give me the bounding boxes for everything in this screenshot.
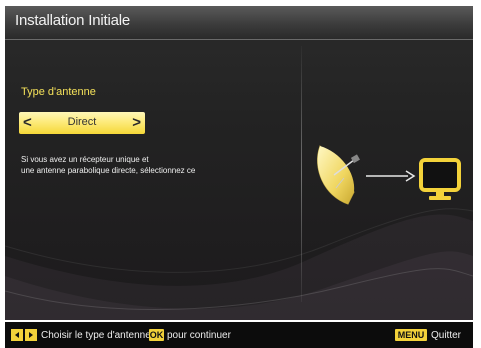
- direct-connection-illustration: [317, 144, 461, 205]
- antenna-type-value: Direct: [67, 116, 97, 128]
- choose-antenna-hint: Choisir le type d'antenne: [41, 330, 151, 341]
- arrow-right-icon: [366, 170, 416, 182]
- panel-divider: [301, 46, 302, 302]
- quit-hint: Quitter: [431, 330, 462, 341]
- title-bar: Installation Initiale: [5, 6, 473, 40]
- menu-key[interactable]: MENU: [395, 329, 427, 341]
- tv-icon: [419, 158, 461, 200]
- help-text: Si vous avez un récepteur unique et une …: [21, 154, 291, 176]
- left-right-arrows-icon: [11, 329, 37, 341]
- page-title: Installation Initiale: [15, 12, 131, 29]
- ok-key[interactable]: OK: [149, 329, 164, 341]
- antenna-type-selector[interactable]: < Direct >: [19, 112, 145, 134]
- satellite-dish-icon: [317, 144, 360, 205]
- next-option-icon[interactable]: >: [132, 114, 141, 132]
- help-line-2: une antenne parabolique directe, sélecti…: [21, 166, 196, 175]
- footer-bar: Choisir le type d'antenne OK pour contin…: [5, 322, 473, 348]
- continue-hint: pour continuer: [167, 330, 231, 341]
- help-line-1: Si vous avez un récepteur unique et: [21, 155, 149, 164]
- installation-screen: Installation Initiale Type d'antenne < D…: [5, 6, 473, 320]
- antenna-type-label: Type d'antenne: [21, 86, 96, 98]
